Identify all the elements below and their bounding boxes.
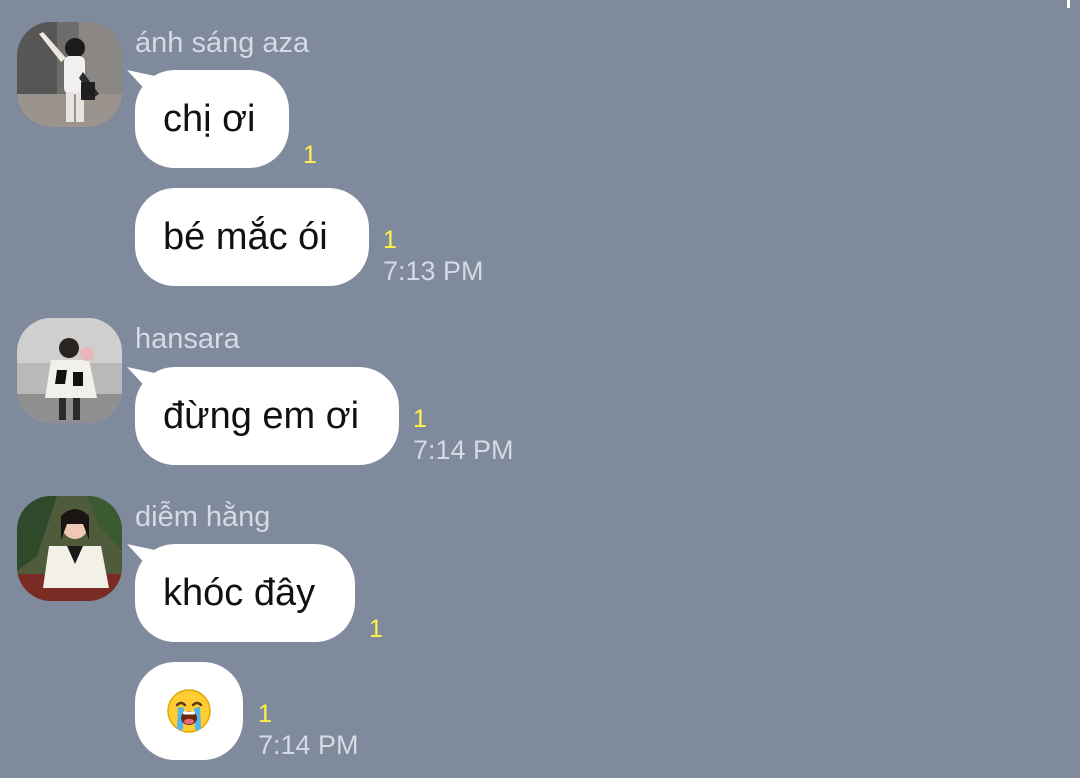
unread-count: 1 — [383, 226, 397, 254]
avatar-photo-icon — [17, 22, 122, 127]
avatar-photo-icon — [17, 318, 122, 423]
avatar[interactable] — [17, 318, 122, 423]
unread-count: 1 — [369, 615, 383, 643]
sender-name: ánh sáng aza — [135, 27, 310, 59]
message-timestamp: 7:14 PM — [413, 435, 514, 465]
unread-count: 1 — [258, 700, 272, 728]
unread-count: 1 — [303, 141, 317, 169]
message-text: bé mắc ói — [163, 215, 328, 258]
message-text: khóc đây — [163, 571, 316, 614]
message-text: đừng em ơi — [163, 394, 360, 437]
message-timestamp: 7:13 PM — [383, 256, 484, 286]
message-bubble[interactable]: khóc đây — [135, 544, 355, 642]
emoji-message-bubble[interactable] — [135, 662, 243, 760]
avatar[interactable] — [17, 496, 122, 601]
sender-name: diễm hằng — [135, 501, 271, 533]
loudly-crying-face-icon — [167, 689, 211, 733]
unread-count: 1 — [413, 405, 427, 433]
corner-indicator — [1067, 0, 1070, 8]
sender-name: hansara — [135, 323, 240, 355]
message-bubble[interactable]: chị ơi — [135, 70, 289, 168]
avatar-photo-icon — [17, 496, 122, 601]
message-text: chị ơi — [163, 97, 256, 140]
avatar[interactable] — [17, 22, 122, 127]
message-timestamp: 7:14 PM — [258, 730, 359, 760]
message-bubble[interactable]: đừng em ơi — [135, 367, 399, 465]
message-bubble[interactable]: bé mắc ói — [135, 188, 369, 286]
